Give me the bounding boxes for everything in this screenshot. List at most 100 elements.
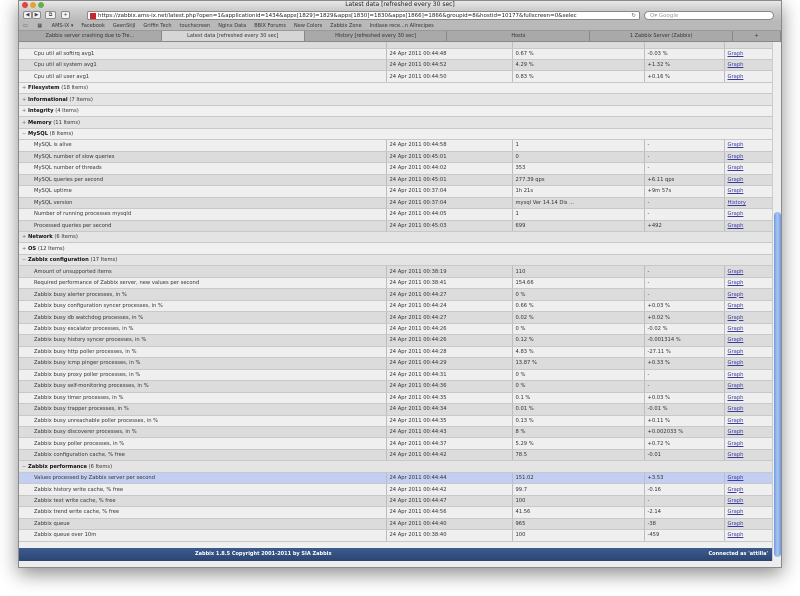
- table-row[interactable]: Processed queries per second 24 Apr 2011 …: [19, 220, 772, 233]
- bookmark-item[interactable]: Facebook: [81, 23, 105, 29]
- bookmark-item[interactable]: Nginx Data: [218, 23, 246, 29]
- graph-link[interactable]: Graph: [728, 532, 744, 538]
- table-row[interactable]: Cpu util all softirq avg1 24 Apr 2011 00:…: [19, 48, 772, 60]
- back-button[interactable]: ◀: [23, 11, 32, 19]
- table-row[interactable]: Cpu util all user avg1 24 Apr 2011 00:44:…: [19, 70, 772, 83]
- graph-link[interactable]: Graph: [728, 509, 744, 515]
- browser-tab[interactable]: Zabbix server crashing due to Tre...: [19, 31, 162, 41]
- bookmark-item[interactable]: AMS-IX ▾: [52, 23, 74, 29]
- application-group-row[interactable]: + Informational (7 Items): [19, 93, 772, 106]
- graph-link[interactable]: Graph: [728, 452, 744, 458]
- graph-link[interactable]: Graph: [728, 62, 744, 68]
- table-row[interactable]: MySQL version 24 Apr 2011 00:37:04 mysql V…: [19, 197, 772, 210]
- graph-link[interactable]: Graph: [728, 142, 744, 148]
- table-row[interactable]: Zabbix busy configuration syncer process…: [19, 300, 772, 313]
- top-sites-icon[interactable]: ▦: [37, 23, 42, 29]
- table-row[interactable]: Zabbix busy unreachable poller processes…: [19, 415, 772, 427]
- graph-link[interactable]: Graph: [728, 188, 744, 194]
- table-row[interactable]: Required performance of Zabbix server, n…: [19, 277, 772, 290]
- bookmark-item[interactable]: Indiase rece...n Allrecipes: [370, 23, 434, 29]
- browser-tab[interactable]: Hosts: [447, 31, 591, 41]
- table-row[interactable]: Zabbix queue 24 Apr 2011 00:44:40 965 -38 Gr…: [19, 518, 772, 531]
- graph-link[interactable]: Graph: [728, 395, 744, 401]
- graph-link[interactable]: Graph: [728, 154, 744, 160]
- graph-link[interactable]: Graph: [728, 51, 744, 57]
- graph-link[interactable]: Graph: [728, 269, 744, 275]
- reload-icon[interactable]: ↻: [631, 12, 636, 19]
- table-row[interactable]: Zabbix trend write cache, % free 24 Apr 2…: [19, 506, 772, 519]
- bookmark-item[interactable]: Griffin Tech: [143, 23, 171, 29]
- application-group-row[interactable]: + Network (6 Items): [19, 231, 772, 244]
- graph-link[interactable]: Graph: [728, 326, 744, 332]
- application-group-row[interactable]: + OS (12 Items): [19, 242, 772, 255]
- bookmark-item[interactable]: Zabbix Zone: [330, 23, 362, 29]
- application-group-row[interactable]: − Zabbix configuration (17 Items): [19, 254, 772, 267]
- history-link[interactable]: History: [728, 200, 746, 206]
- graph-link[interactable]: Graph: [728, 165, 744, 171]
- browser-tab[interactable]: 1 Zabbix Server (Zabbix): [590, 31, 734, 41]
- search-field[interactable]: Q▾ Google: [644, 11, 774, 20]
- graph-link[interactable]: Graph: [728, 177, 744, 183]
- forward-button[interactable]: ▶: [32, 11, 41, 19]
- graph-link[interactable]: Graph: [728, 441, 744, 447]
- reading-list-icon[interactable]: ▭: [23, 23, 28, 29]
- graph-link[interactable]: Graph: [728, 521, 744, 527]
- zoom-window-button[interactable]: [38, 2, 44, 8]
- address-bar[interactable]: https://zabbix.ams-ix.net/latest.php?ope…: [87, 11, 640, 20]
- table-row[interactable]: Zabbix queue over 10m 24 Apr 2011 00:38:4…: [19, 529, 772, 542]
- vertical-scrollbar[interactable]: [772, 42, 781, 561]
- graph-link[interactable]: Graph: [728, 292, 744, 298]
- application-group-row[interactable]: − Zabbix performance (6 Items): [19, 460, 772, 473]
- table-row[interactable]: Zabbix busy trapper processes, in % 24 Ap…: [19, 403, 772, 416]
- browser-tab[interactable]: Latest data [refreshed every 30 sec]: [161, 31, 305, 41]
- application-group-row[interactable]: + Memory (11 Items): [19, 116, 772, 129]
- graph-link[interactable]: Graph: [728, 498, 744, 504]
- close-window-button[interactable]: [22, 2, 28, 8]
- table-row[interactable]: Zabbix busy history syncer processes, in…: [19, 334, 772, 347]
- application-group-row[interactable]: − MySQL (8 Items): [19, 128, 772, 141]
- graph-link[interactable]: Graph: [728, 349, 744, 355]
- table-row[interactable]: MySQL is alive 24 Apr 2011 00:44:58 1- Grap…: [19, 139, 772, 152]
- table-row[interactable]: MySQL uptime 24 Apr 2011 00:37:04 1h 21s +9…: [19, 185, 772, 198]
- graph-link[interactable]: Graph: [728, 223, 744, 229]
- table-row[interactable]: Zabbix history write cache, % free 24 Apr…: [19, 483, 772, 496]
- scrollbar-thumb[interactable]: [774, 212, 781, 557]
- graph-link[interactable]: Graph: [728, 429, 744, 435]
- table-row[interactable]: Zabbix busy alerter processes, in % 24 Ap…: [19, 288, 772, 301]
- graph-link[interactable]: Graph: [728, 418, 744, 424]
- new-tab-button[interactable]: +: [733, 31, 781, 41]
- bookmark-item[interactable]: touchscreen: [180, 23, 211, 29]
- table-row[interactable]: Values processed by Zabbix server per se…: [19, 472, 772, 485]
- table-row[interactable]: MySQL number of threads 24 Apr 2011 00:44…: [19, 162, 772, 175]
- graph-link[interactable]: Graph: [728, 315, 744, 321]
- browser-tab[interactable]: History [refreshed every 30 sec]: [305, 31, 448, 41]
- graph-link[interactable]: Graph: [728, 372, 744, 378]
- table-row[interactable]: Zabbix busy discoverer processes, in % 24…: [19, 426, 772, 439]
- graph-link[interactable]: Graph: [728, 360, 744, 366]
- table-row[interactable]: Zabbix busy escalator processes, in % 24 …: [19, 323, 772, 336]
- table-row[interactable]: Number of running processes mysqld 24 Apr…: [19, 208, 772, 221]
- table-row[interactable]: Zabbix busy icmp pinger processes, in % 2…: [19, 357, 772, 370]
- table-row[interactable]: Amount of unsupported items 24 Apr 2011 0…: [19, 265, 772, 278]
- table-row[interactable]: MySQL queries per second 24 Apr 2011 00:4…: [19, 174, 772, 187]
- table-row[interactable]: MySQL number of slow queries 24 Apr 2011 …: [19, 151, 772, 164]
- table-row[interactable]: Zabbix busy self-monitoring processes, i…: [19, 380, 772, 393]
- graph-link[interactable]: Graph: [728, 487, 744, 493]
- application-group-row[interactable]: + Filesystem (18 Items): [19, 82, 772, 95]
- bookmark-item[interactable]: New Colors: [294, 23, 322, 29]
- bookmark-item[interactable]: GeenStijl: [113, 23, 136, 29]
- graph-link[interactable]: Graph: [728, 303, 744, 309]
- table-row[interactable]: Zabbix busy proxy poller processes, in %…: [19, 369, 772, 382]
- graph-link[interactable]: Graph: [728, 74, 744, 80]
- snapback-button[interactable]: ⧉: [45, 11, 56, 19]
- graph-link[interactable]: Graph: [728, 475, 744, 481]
- application-group-row[interactable]: + Integrity (4 Items): [19, 105, 772, 118]
- graph-link[interactable]: Graph: [728, 406, 744, 412]
- table-row[interactable]: Zabbix busy timer processes, in % 24 Apr …: [19, 392, 772, 405]
- table-row[interactable]: Zabbix busy poller processes, in % 24 Apr…: [19, 437, 772, 450]
- minimize-window-button[interactable]: [30, 2, 36, 8]
- graph-link[interactable]: Graph: [728, 211, 744, 217]
- graph-link[interactable]: Graph: [728, 280, 744, 286]
- table-row[interactable]: Zabbix configuration cache, % free 24 Apr…: [19, 449, 772, 462]
- bookmark-item[interactable]: BBIX Forums: [254, 23, 286, 29]
